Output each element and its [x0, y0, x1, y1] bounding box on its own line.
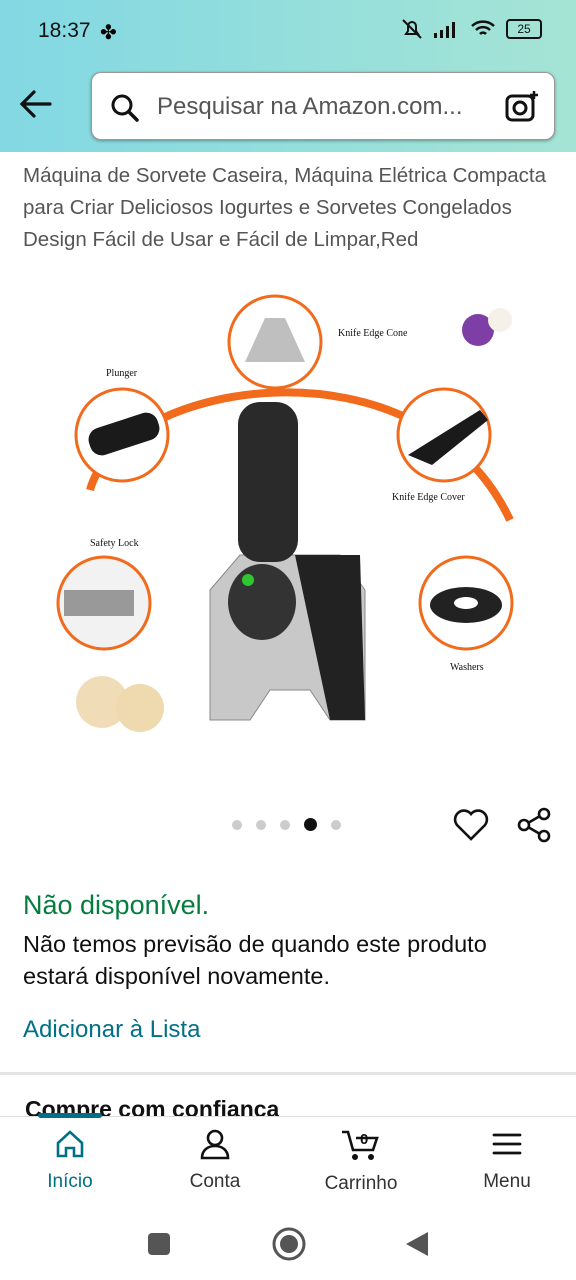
- share-icon[interactable]: [516, 806, 554, 844]
- cart-icon: 0: [342, 1130, 379, 1160]
- back-button-icon[interactable]: [404, 1230, 430, 1258]
- camera-search-icon[interactable]: [504, 89, 540, 125]
- back-arrow-icon[interactable]: [18, 86, 54, 122]
- wifi-icon: [471, 20, 495, 35]
- knife-edge-cone-label: Knife Edge Cone: [338, 328, 408, 339]
- carousel-dot[interactable]: [280, 819, 290, 830]
- availability-message: Não temos previsão de quando este produt…: [23, 931, 487, 989]
- recents-icon[interactable]: [147, 1232, 171, 1256]
- status-bar: 18:37 ✤ 25: [0, 0, 576, 64]
- section-divider: [0, 1072, 576, 1075]
- search-icon: [111, 94, 139, 122]
- home-button-icon[interactable]: [271, 1226, 307, 1262]
- tab-account-label: Conta: [189, 1171, 241, 1192]
- product-image[interactable]: Knife Edge Cone Plunger Knife Edge Cover…: [40, 290, 536, 770]
- tab-cart-label: Carrinho: [324, 1173, 398, 1194]
- heart-icon[interactable]: [452, 806, 490, 844]
- tab-menu[interactable]: Menu: [452, 1128, 562, 1193]
- cart-count: 0: [360, 1131, 368, 1148]
- tab-home[interactable]: Início: [15, 1128, 125, 1193]
- home-icon: [56, 1130, 84, 1158]
- fan-icon: ✤: [100, 22, 117, 44]
- tab-menu-label: Menu: [483, 1171, 531, 1192]
- carousel-dot[interactable]: [304, 818, 317, 831]
- plunger-label: Plunger: [106, 368, 138, 379]
- system-navigation-bar: [0, 1208, 576, 1280]
- carousel-dot[interactable]: [331, 819, 341, 830]
- signal-icon: [434, 22, 455, 38]
- status-icons: 25: [400, 18, 542, 40]
- menu-icon: [492, 1133, 522, 1155]
- tab-home-label: Início: [47, 1171, 93, 1192]
- active-tab-indicator: [38, 1113, 102, 1118]
- status-time: 18:37: [38, 19, 91, 42]
- account-icon: [200, 1129, 230, 1160]
- carousel-dot[interactable]: [232, 819, 242, 830]
- search-input[interactable]: Pesquisar na Amazon.com...: [157, 93, 487, 121]
- safety-lock-label: Safety Lock: [90, 538, 139, 549]
- mute-icon: [402, 19, 422, 39]
- app-header: 18:37 ✤ 25 Pesquisar na Amazon.com...: [0, 0, 576, 152]
- search-bar[interactable]: Pesquisar na Amazon.com...: [91, 72, 555, 140]
- availability-status: Não disponível.: [23, 890, 210, 920]
- washers-label: Washers: [450, 662, 484, 673]
- battery-icon: 25: [506, 19, 542, 39]
- tab-account[interactable]: Conta: [160, 1128, 270, 1193]
- image-carousel-dots[interactable]: [232, 818, 341, 831]
- add-to-list-link[interactable]: Adicionar à Lista: [23, 1016, 200, 1044]
- product-title: Máquina de Sorvete Caseira, Máquina Elét…: [23, 164, 547, 251]
- tab-cart[interactable]: 0 Carrinho: [306, 1128, 416, 1195]
- knife-edge-cover-label: Knife Edge Cover: [392, 492, 465, 503]
- carousel-dot[interactable]: [256, 819, 266, 830]
